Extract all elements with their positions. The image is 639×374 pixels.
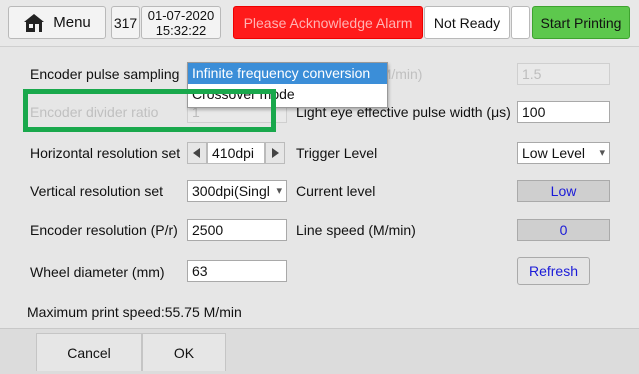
encoder-pulse-sampling-label: Encoder pulse sampling [30, 66, 180, 82]
encoder-resolution-label: Encoder resolution (P/r) [30, 222, 178, 238]
menu-button[interactable]: Menu [8, 6, 106, 39]
arrow-right-icon [272, 148, 279, 158]
annotation-highlight-box [23, 89, 276, 132]
trigger-level-label: Trigger Level [296, 145, 378, 161]
resolution-increase-button[interactable] [265, 142, 285, 164]
arrow-left-icon [193, 148, 200, 158]
vertical-resolution-select[interactable]: 300dpi(Singl ▾ [187, 180, 287, 202]
obscured-speed-field: 1.5 [517, 63, 610, 85]
bottom-button-bar: Cancel OK [0, 328, 639, 374]
chevron-down-icon: ▾ [276, 185, 282, 197]
resolution-decrease-button[interactable] [187, 142, 207, 164]
chevron-down-icon: ▾ [599, 147, 605, 159]
ok-button[interactable]: OK [142, 333, 226, 371]
refresh-button[interactable]: Refresh [517, 257, 590, 285]
alarm-button[interactable]: Please Acknowledge Alarm [233, 6, 423, 39]
date-text: 01-07-2020 [147, 7, 215, 23]
current-level-label: Current level [296, 183, 376, 199]
horizontal-resolution-label: Horizontal resolution set [30, 145, 181, 161]
trigger-level-value: Low Level [522, 145, 586, 161]
home-icon [24, 13, 45, 32]
wheel-diameter-label: Wheel diameter (mm) [30, 264, 165, 280]
wheel-diameter-input[interactable]: 63 [187, 260, 287, 282]
vertical-resolution-value: 300dpi(Singl [192, 183, 270, 199]
status-indicator: Not Ready [424, 6, 510, 39]
horizontal-resolution-value: 410dpi [207, 142, 265, 164]
datetime-display: 01-07-2020 15:32:22 [141, 6, 221, 39]
line-speed-label: Line speed (M/min) [296, 222, 416, 238]
line-speed-display: 0 [517, 219, 610, 241]
current-level-display: Low [517, 180, 610, 202]
menu-label: Menu [53, 14, 91, 31]
light-eye-pulse-width-input[interactable]: 100 [517, 101, 610, 123]
start-printing-button[interactable]: Start Printing [532, 6, 630, 39]
max-print-speed-text: Maximum print speed:55.75 M/min [27, 304, 242, 320]
vertical-resolution-label: Vertical resolution set [30, 183, 164, 199]
trigger-level-select[interactable]: Low Level ▾ [517, 142, 610, 164]
encoder-resolution-input[interactable]: 2500 [187, 219, 287, 241]
cancel-button[interactable]: Cancel [36, 333, 142, 371]
dropdown-option-infinite-frequency[interactable]: Infinite frequency conversion [188, 63, 387, 84]
print-counter: 317 [111, 6, 140, 39]
top-toolbar: Menu 317 01-07-2020 15:32:22 Please Ackn… [0, 0, 639, 47]
time-text: 15:32:22 [155, 22, 207, 38]
status-spacer [511, 6, 530, 39]
